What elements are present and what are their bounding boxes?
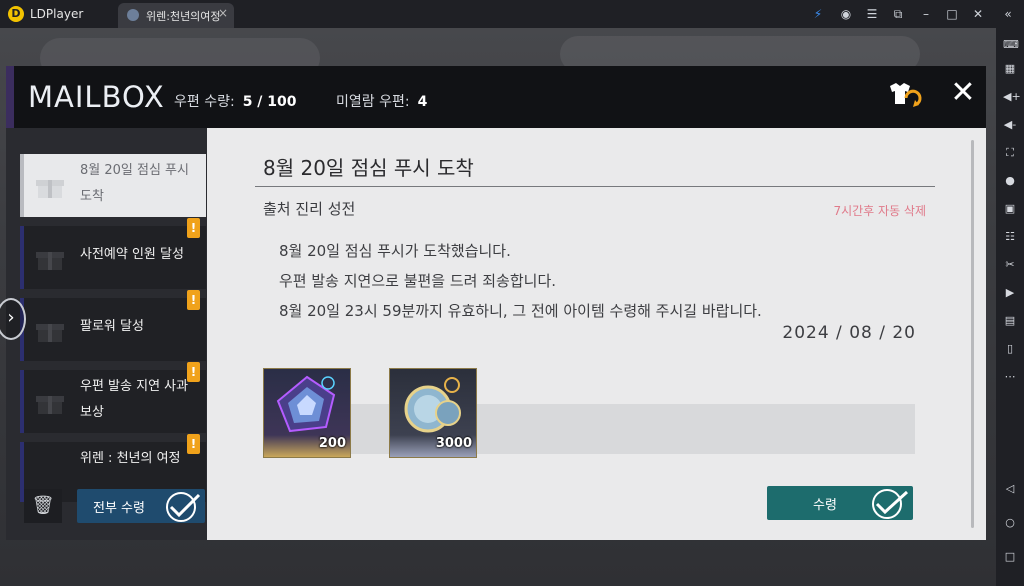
sync-windows-icon[interactable]: ▤ <box>1003 314 1017 328</box>
mail-item-label: 위렌 : 천년의 여정 <box>80 451 181 466</box>
gift-box-icon <box>36 252 64 270</box>
sync-icon[interactable]: ⚡ <box>808 4 828 24</box>
mail-date: 2024 / 08 / 20 <box>782 323 916 343</box>
gift-box-icon <box>36 324 64 342</box>
reward-count: 3000 <box>435 436 472 451</box>
mail-item-followers[interactable]: 팔로워 달성 ! <box>20 290 206 361</box>
mail-item-preregistration[interactable]: 사전예약 인원 달성 ! <box>20 218 206 289</box>
ldplayer-logo-icon: D <box>8 6 24 22</box>
header-accent <box>6 66 14 128</box>
maximize-icon[interactable]: □ <box>942 4 962 24</box>
reward-item-crystal[interactable]: 200 <box>263 368 351 458</box>
tab-game[interactable]: 위렌:천년의여정 × <box>118 3 234 28</box>
trash-button[interactable]: 🗑 <box>24 489 62 523</box>
reward-count: 200 <box>318 436 346 451</box>
mail-body-line: 8월 20일 23시 59분까지 유효하니, 그 전에 아이템 수령해 주시길 … <box>279 302 762 320</box>
mail-count-label: 우편 수량: <box>174 94 235 110</box>
video-record-icon[interactable]: ▶ <box>1003 286 1017 300</box>
location-icon[interactable]: ● <box>1003 174 1017 188</box>
reward-item-coin[interactable]: 3000 <box>389 368 477 458</box>
mail-title: 8월 20일 점심 푸시 도착 <box>263 156 474 180</box>
mail-body-line: 우편 발송 지연으로 불편을 드려 죄송합니다. <box>279 272 557 290</box>
operation-record-icon[interactable]: ☷ <box>1003 230 1017 244</box>
tab-title: 위렌:천년의여정 <box>146 10 221 23</box>
unread-count: 미열람 우편: 4 <box>336 91 427 111</box>
volume-down-icon[interactable]: ◀- <box>1003 118 1017 132</box>
mail-item-label: 사전예약 인원 달성 <box>80 247 184 262</box>
mail-body-line: 8월 20일 점심 푸시가 도착했습니다. <box>279 242 511 260</box>
mailbox-header: MAILBOX 우편 수량: 5 / 100 미열람 우편: 4 ✕ <box>6 66 986 128</box>
claim-all-label: 전부 수령 <box>93 501 145 516</box>
mail-item-label: 8월 20일 점심 푸시 도착 <box>80 163 189 204</box>
menu-icon[interactable]: ☰ <box>862 4 882 24</box>
claim-all-button[interactable]: 전부 수령 <box>77 489 205 523</box>
emulator-titlebar: D LDPlayer 위렌:천년의여정 × ⚡ ◉ ☰ ⧉ – □ ✕ « <box>0 0 1024 28</box>
mail-source: 출처 진리 성전 <box>263 200 356 218</box>
mailbox-title: MAILBOX <box>28 80 165 114</box>
check-icon <box>166 492 201 522</box>
mail-count-value: 5 / 100 <box>242 94 297 110</box>
scissors-icon[interactable]: ✂ <box>1003 258 1017 272</box>
mail-item-label: 우편 발송 지연 사과 보상 <box>80 379 189 420</box>
unread-badge: ! <box>187 434 200 454</box>
mail-list: 8월 20일 점심 푸시 도착 사전예약 인원 달성 ! 팔로워 달성 ! 우편… <box>0 128 207 540</box>
unread-badge: ! <box>187 290 200 310</box>
unread-badge: ! <box>187 218 200 238</box>
mail-count: 우편 수량: 5 / 100 <box>174 91 297 111</box>
mailbox-window: MAILBOX 우편 수량: 5 / 100 미열람 우편: 4 ✕ 8월 20… <box>0 66 986 540</box>
android-home-icon[interactable]: ○ <box>1003 516 1017 530</box>
title-divider <box>255 186 935 187</box>
item-accent <box>20 154 24 217</box>
more-icon[interactable]: ⋯ <box>1003 370 1017 384</box>
keyboard-icon[interactable]: ⌨ <box>1003 38 1019 52</box>
check-icon <box>872 489 909 519</box>
emulator-sidebar: ⌨ ▦ ◀+ ◀- ⛶ ● ▣ ☷ ✂ ▶ ▤ ▯ ⋯ ◁ ○ □ <box>996 28 1024 586</box>
mail-item-lunch-push[interactable]: 8월 20일 점심 푸시 도착 <box>20 154 206 217</box>
collapse-icon[interactable]: « <box>998 4 1018 24</box>
apk-icon[interactable]: ▣ <box>1003 202 1017 216</box>
crystal-icon <box>276 375 336 433</box>
mail-body: 8월 20일 점심 푸시가 도착했습니다. 우편 발송 지연으로 불편을 드려 … <box>279 236 762 326</box>
android-back-icon[interactable]: ◁ <box>1003 482 1017 496</box>
costume-swap-icon[interactable] <box>886 80 922 110</box>
mail-item-label: 팔로워 달성 <box>80 319 144 334</box>
account-icon[interactable]: ◉ <box>836 4 856 24</box>
item-accent <box>20 226 24 289</box>
unread-count-label: 미열람 우편: <box>336 94 410 110</box>
mail-item-delay-apology[interactable]: 우편 발송 지연 사과 보상 ! <box>20 362 206 433</box>
claim-button[interactable]: 수령 <box>767 486 913 520</box>
claim-label: 수령 <box>813 498 837 513</box>
trash-icon: 🗑 <box>31 495 55 516</box>
gamepad-icon[interactable]: ▦ <box>1003 62 1017 76</box>
mailbox-close-button[interactable]: ✕ <box>948 78 978 108</box>
game-viewport: MAILBOX 우편 수량: 5 / 100 미열람 우편: 4 ✕ 8월 20… <box>0 28 996 586</box>
unread-count-value: 4 <box>417 94 428 110</box>
rotate-icon[interactable]: ▯ <box>1003 342 1017 356</box>
item-accent <box>20 370 24 433</box>
detail-scrollbar[interactable] <box>971 140 974 528</box>
mail-detail-panel: 8월 20일 점심 푸시 도착 출처 진리 성전 7시간후 자동 삭제 8월 2… <box>207 128 986 540</box>
minimize-icon[interactable]: – <box>916 4 936 24</box>
app-name: LDPlayer <box>30 7 84 21</box>
gift-box-icon <box>36 396 64 414</box>
game-tab-icon <box>127 9 139 21</box>
unread-badge: ! <box>187 362 200 382</box>
volume-up-icon[interactable]: ◀+ <box>1003 90 1021 104</box>
close-icon[interactable]: ✕ <box>968 4 988 24</box>
reward-strip <box>263 404 915 454</box>
screenshot-icon[interactable]: ⧉ <box>888 4 908 24</box>
android-recents-icon[interactable]: □ <box>1003 550 1017 564</box>
fullscreen-icon[interactable]: ⛶ <box>1003 146 1017 160</box>
tab-close-button[interactable]: × <box>218 6 228 20</box>
gift-box-icon <box>36 180 64 198</box>
mail-expiry: 7시간후 자동 삭제 <box>833 204 926 218</box>
coin-icon <box>404 377 461 433</box>
